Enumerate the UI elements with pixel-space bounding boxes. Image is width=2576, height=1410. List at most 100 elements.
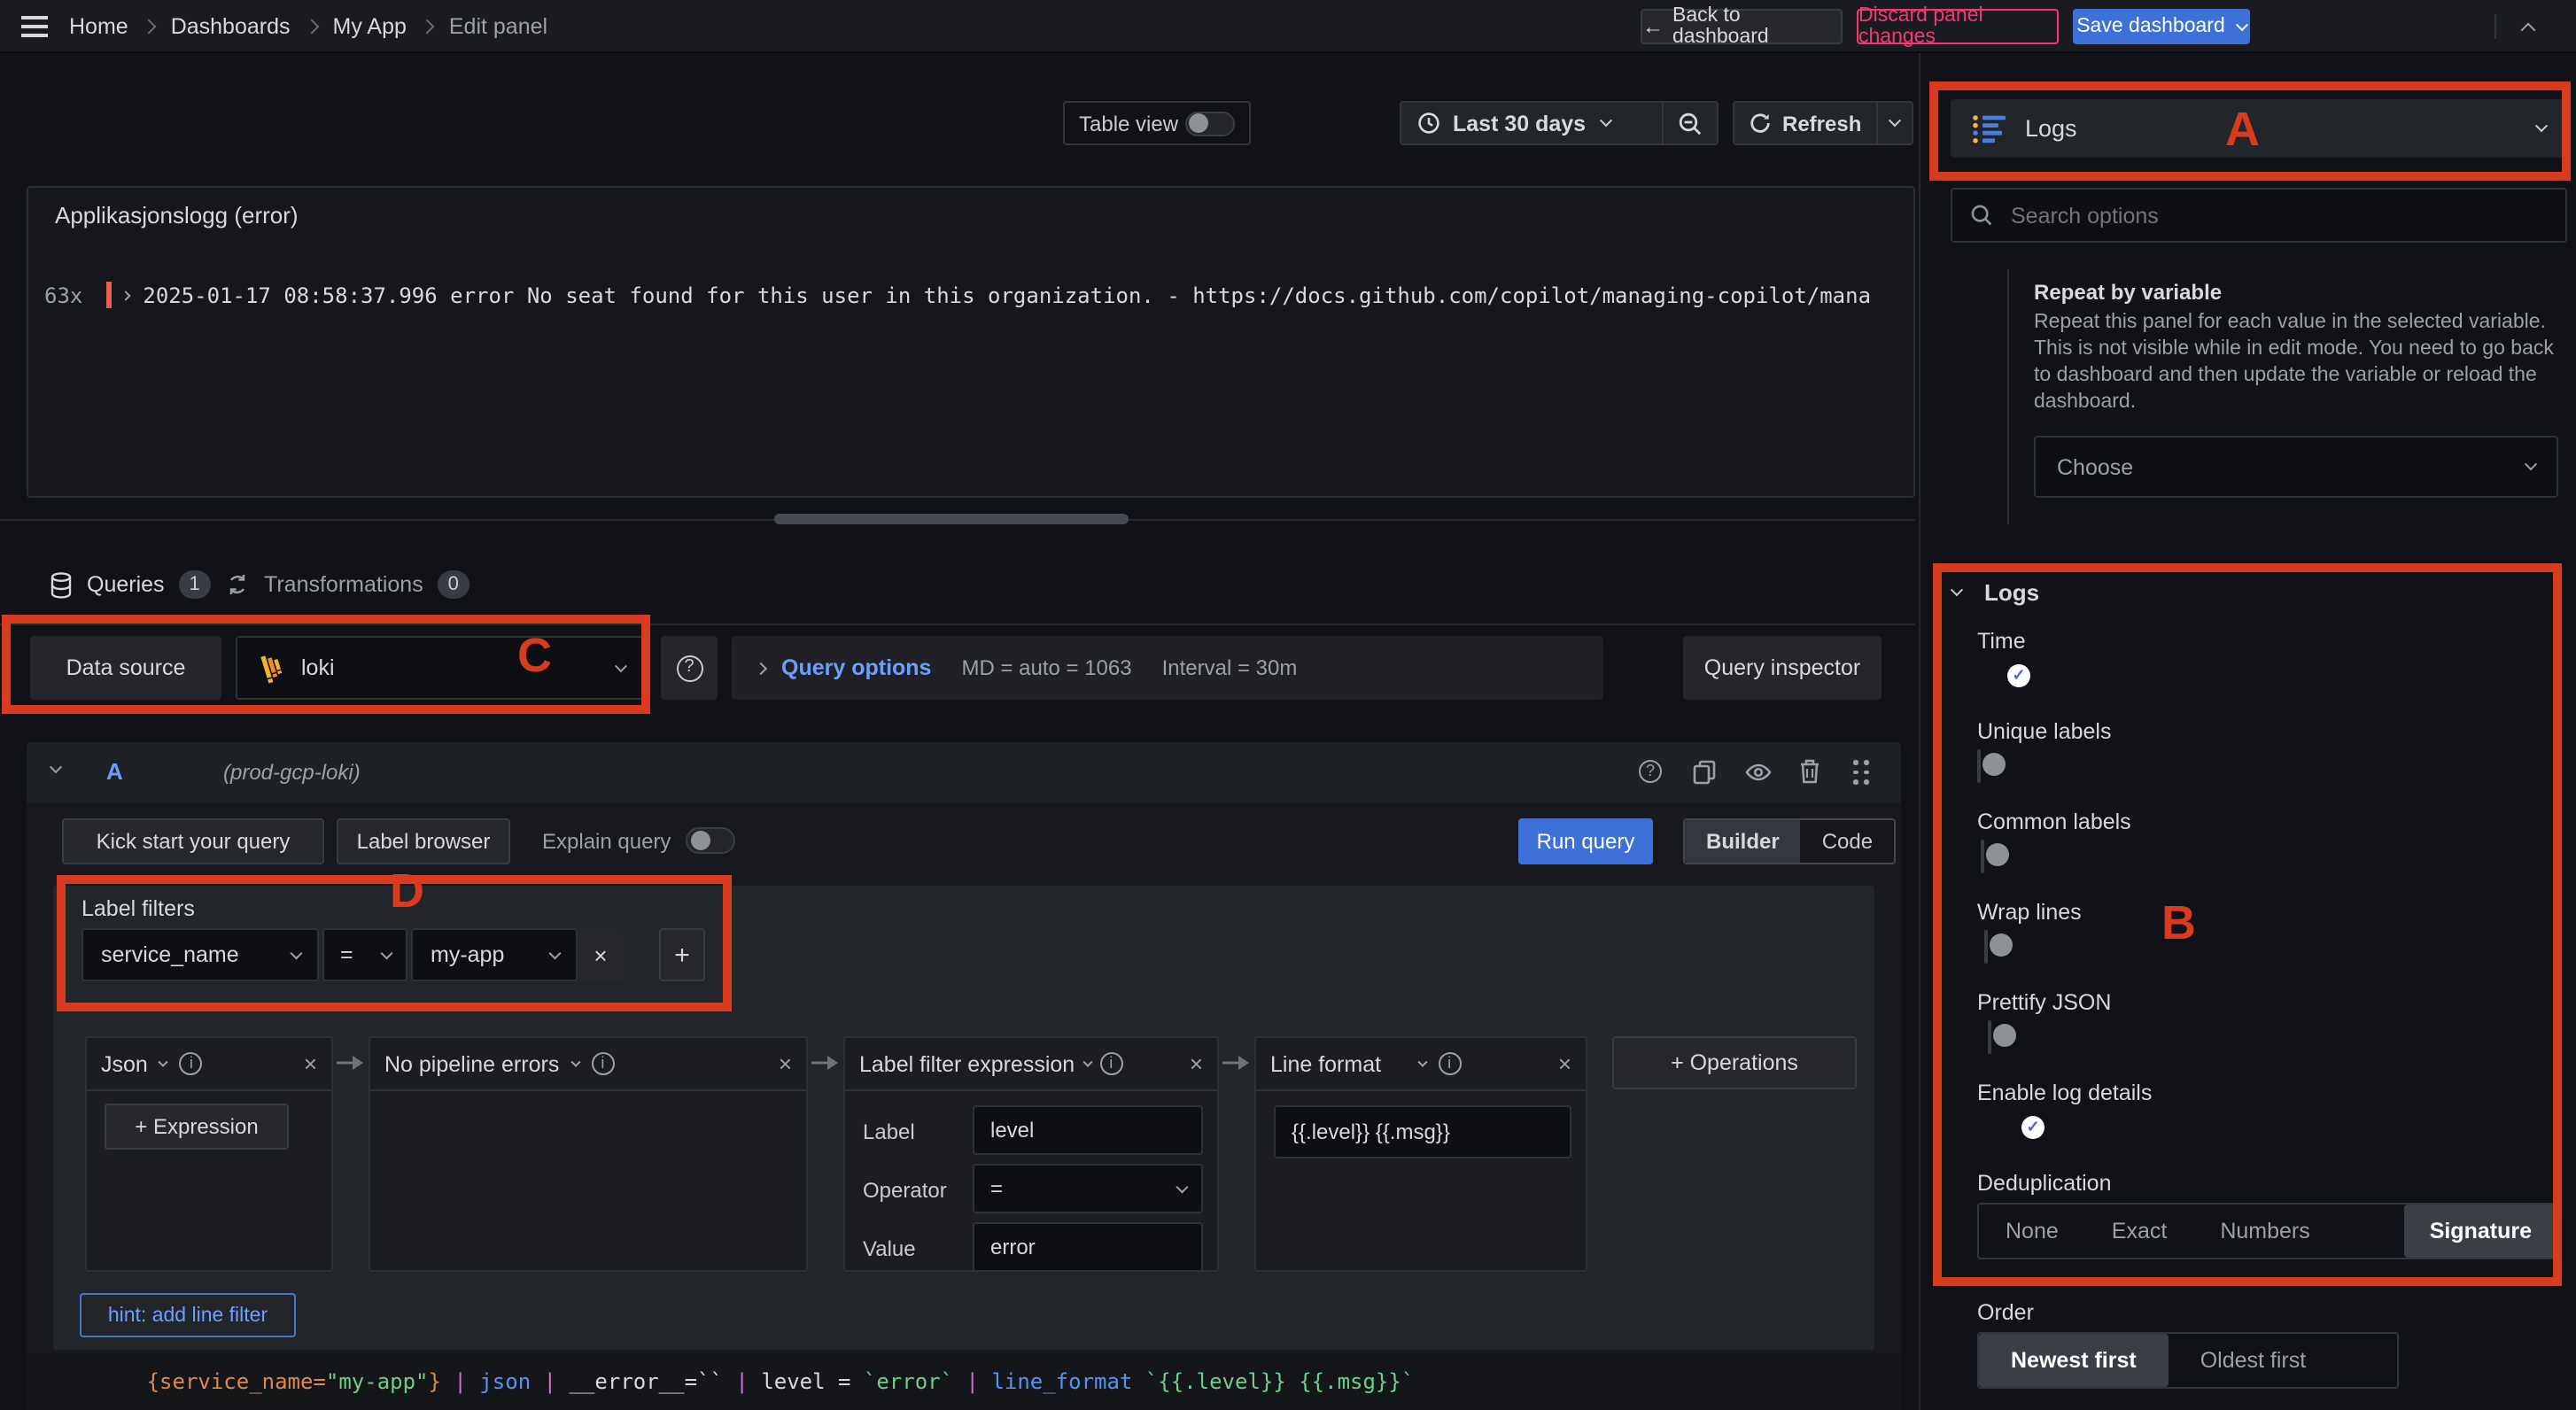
- chevron-down-icon[interactable]: [1082, 1056, 1092, 1066]
- kick-start-query-button[interactable]: Kick start your query: [62, 818, 324, 864]
- query-collapse-chevron-icon[interactable]: [49, 761, 63, 774]
- delete-query-trash-icon[interactable]: [1798, 758, 1821, 785]
- code-mode-option[interactable]: Code: [1801, 820, 1894, 863]
- breadcrumb-my-app[interactable]: My App: [333, 14, 407, 39]
- log-row[interactable]: 63x 2025-01-17 08:58:37.996 error No sea…: [44, 282, 1871, 308]
- repeat-choose-select[interactable]: Choose: [2034, 436, 2558, 498]
- search-options-input[interactable]: [2007, 201, 2503, 229]
- chevron-down-icon[interactable]: [2235, 18, 2248, 31]
- remove-operation-icon[interactable]: ×: [779, 1050, 792, 1077]
- info-icon[interactable]: i: [1099, 1052, 1123, 1075]
- add-expression-button[interactable]: + Expression: [105, 1104, 289, 1150]
- lfe-label-input[interactable]: level: [973, 1105, 1203, 1155]
- lfe-value-input[interactable]: error: [973, 1222, 1203, 1272]
- query-help-icon[interactable]: ?: [1639, 760, 1662, 783]
- chevron-down-icon[interactable]: [159, 1056, 169, 1066]
- remove-filter-button[interactable]: ×: [578, 928, 624, 981]
- dedup-option-numbers[interactable]: Numbers: [2193, 1205, 2336, 1258]
- refresh-interval-button[interactable]: [1877, 103, 1912, 143]
- lfe-label-key: Label: [863, 1119, 915, 1144]
- unique-labels-toggle[interactable]: [1977, 749, 2005, 783]
- datasource-help-button[interactable]: ?: [661, 636, 718, 700]
- explain-query-toggle[interactable]: [686, 827, 735, 854]
- remove-operation-icon[interactable]: ×: [1190, 1050, 1203, 1077]
- queries-count-badge: 1: [178, 570, 211, 599]
- datasource-picker[interactable]: loki: [236, 636, 647, 700]
- hamburger-menu-icon[interactable]: [21, 16, 48, 37]
- query-segment: __error__=``: [569, 1369, 723, 1394]
- hint-add-line-filter-button[interactable]: hint: add line filter: [80, 1293, 296, 1337]
- search-options-box[interactable]: [1951, 188, 2567, 243]
- tab-queries[interactable]: Queries 1: [50, 570, 211, 599]
- remove-operation-icon[interactable]: ×: [1558, 1050, 1571, 1077]
- common-labels-toggle[interactable]: [1981, 840, 2008, 873]
- order-option-newest-first[interactable]: Newest first: [1979, 1334, 2169, 1387]
- query-options-bar[interactable]: Query options MD = auto = 1063 Interval …: [732, 636, 1603, 700]
- info-icon[interactable]: i: [591, 1052, 615, 1075]
- time-picker: Last 30 days: [1400, 101, 1719, 145]
- chevron-down-icon: [2534, 120, 2549, 133]
- query-ref-id[interactable]: A: [106, 758, 123, 785]
- table-view-toggle[interactable]: [1185, 111, 1235, 136]
- builder-mode-option[interactable]: Builder: [1685, 820, 1801, 863]
- toggle-label-time: Time: [1977, 629, 2026, 654]
- lfe-operator-select[interactable]: =: [973, 1164, 1203, 1213]
- zoom-out-button[interactable]: [1664, 103, 1717, 143]
- time-range-button[interactable]: Last 30 days: [1401, 103, 1662, 143]
- operation-title[interactable]: No pipeline errors: [384, 1051, 559, 1076]
- line-format-input[interactable]: {{.level}} {{.msg}}: [1274, 1105, 1571, 1158]
- chevron-down-icon[interactable]: [570, 1056, 581, 1066]
- operation-title[interactable]: Json: [101, 1051, 148, 1076]
- collapse-chevron-icon[interactable]: [2520, 22, 2536, 38]
- dedup-option-none[interactable]: None: [1979, 1205, 2085, 1258]
- back-to-dashboard-button[interactable]: ← Back to dashboard: [1641, 5, 1843, 48]
- duplicate-query-icon[interactable]: [1692, 760, 1717, 785]
- breadcrumb: Home Dashboards My App Edit panel: [69, 0, 547, 53]
- run-query-button[interactable]: Run query: [1518, 818, 1653, 864]
- wrap-lines-toggle[interactable]: [1984, 930, 2012, 964]
- filter-value-select[interactable]: my-app: [411, 928, 578, 981]
- top-nav: Home Dashboards My App Edit panel ← Back…: [0, 0, 2576, 53]
- breadcrumb-home[interactable]: Home: [69, 14, 128, 39]
- explain-query-label: Explain query: [542, 829, 671, 854]
- order-radio-group: Newest first Oldest first: [1977, 1332, 2399, 1389]
- toggle-label-unique-labels: Unique labels: [1977, 719, 2112, 744]
- info-icon[interactable]: i: [179, 1052, 203, 1075]
- prettify-json-toggle[interactable]: [1988, 1020, 2015, 1054]
- save-dashboard-button[interactable]: Save dashboard: [2073, 9, 2250, 44]
- tab-transformations[interactable]: Transformations 0: [225, 570, 469, 599]
- label-browser-button[interactable]: Label browser: [337, 818, 510, 864]
- chevron-down-icon: [614, 659, 628, 672]
- add-filter-button[interactable]: +: [659, 928, 705, 981]
- lfe-value-key: Value: [863, 1236, 916, 1261]
- chevron-down-icon: [1175, 1180, 1187, 1192]
- operation-title[interactable]: Label filter expression: [859, 1051, 1075, 1076]
- add-operations-button[interactable]: + Operations: [1612, 1036, 1857, 1089]
- operation-title[interactable]: Line format: [1270, 1051, 1381, 1076]
- expand-chevron-icon: [754, 661, 768, 675]
- hide-query-eye-icon[interactable]: [1745, 760, 1772, 785]
- breadcrumb-separator-icon: [304, 19, 319, 35]
- options-pane-splitter[interactable]: [1919, 53, 1920, 1410]
- query-row-header[interactable]: A (prod-gcp-loki) ?: [27, 742, 1901, 802]
- info-icon[interactable]: i: [1438, 1052, 1462, 1075]
- query-segment: |: [953, 1369, 992, 1394]
- logs-section-chevron-icon[interactable]: [1950, 584, 1964, 597]
- dedup-option-signature[interactable]: Signature: [2404, 1205, 2557, 1258]
- clock-icon: [1418, 112, 1439, 134]
- query-segment: |: [531, 1369, 570, 1394]
- resize-drag-handle[interactable]: [774, 514, 1129, 524]
- filter-label-select[interactable]: service_name: [81, 928, 319, 981]
- dedup-option-exact[interactable]: Exact: [2085, 1205, 2194, 1258]
- filter-operator-select[interactable]: =: [322, 928, 407, 981]
- breadcrumb-dashboards[interactable]: Dashboards: [171, 14, 291, 39]
- order-option-oldest-first[interactable]: Oldest first: [2169, 1334, 2339, 1387]
- remove-operation-icon[interactable]: ×: [304, 1050, 317, 1077]
- query-inspector-button[interactable]: Query inspector: [1683, 636, 1882, 700]
- log-expand-chevron-icon[interactable]: [120, 290, 131, 300]
- chevron-down-icon[interactable]: [1416, 1056, 1427, 1066]
- refresh-button[interactable]: Refresh: [1734, 103, 1875, 143]
- logs-section-title[interactable]: Logs: [1984, 579, 2039, 606]
- refresh-icon: [1750, 113, 1770, 133]
- discard-panel-changes-button[interactable]: Discard panel changes: [1857, 5, 2059, 48]
